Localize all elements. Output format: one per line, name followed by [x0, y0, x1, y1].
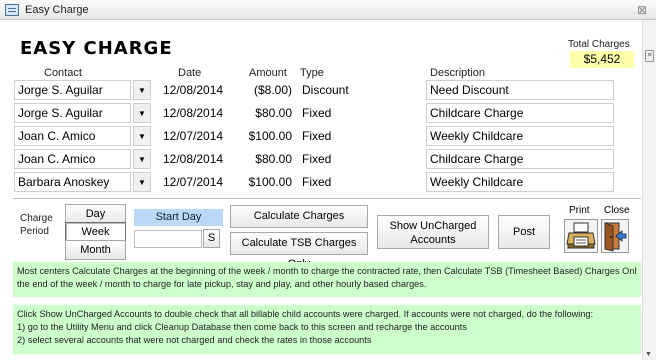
type-field[interactable]: Fixed	[299, 149, 419, 169]
period-week-button[interactable]: Week	[65, 222, 126, 242]
type-field[interactable]: Discount	[299, 80, 419, 100]
printer-icon	[566, 222, 596, 249]
date-field[interactable]: 12/07/2014	[156, 172, 238, 192]
uncharged-info-note: Click Show UnCharged Accounts to double …	[13, 305, 641, 354]
column-header-type: Type	[300, 67, 324, 79]
section-divider	[13, 198, 641, 199]
charge-period-label-line1: Charge	[20, 213, 53, 224]
chevron-down-icon[interactable]: ▼	[133, 126, 151, 146]
note-line: Most centers Calculate Charges at the be…	[17, 266, 637, 276]
table-row: Joan C. Amico ▼ 12/07/2014 $100.00 Fixed…	[14, 126, 640, 147]
amount-field[interactable]: $100.00	[238, 126, 295, 146]
title-bar: Easy Charge ⊠	[0, 0, 656, 20]
note-line: 1) go to the Utility Menu and click Clea…	[17, 322, 467, 332]
amount-field[interactable]: $100.00	[238, 172, 295, 192]
page-title: EASY CHARGE	[20, 38, 173, 59]
table-row: Jorge S. Aguilar ▼ 12/08/2014 $80.00 Fix…	[14, 103, 640, 124]
charge-period-label: Charge Period	[20, 212, 53, 238]
type-field[interactable]: Fixed	[299, 103, 419, 123]
start-day-s-button[interactable]: S	[203, 229, 220, 248]
note-line: the end of the week / month to charge fo…	[17, 279, 427, 289]
amount-field[interactable]: ($8.00)	[238, 80, 295, 100]
calculate-tsb-button[interactable]: Calculate TSB Charges Only	[230, 232, 368, 270]
table-row: Joan C. Amico ▼ 12/08/2014 $80.00 Fixed …	[14, 149, 640, 170]
table-row: Jorge S. Aguilar ▼ 12/08/2014 ($8.00) Di…	[14, 80, 640, 101]
vertical-scrollbar[interactable]: ≡ ▼	[642, 20, 656, 360]
type-field[interactable]: Fixed	[299, 126, 419, 146]
charge-period-label-line2: Period	[20, 226, 49, 237]
description-field[interactable]: Weekly Childcare	[426, 126, 614, 146]
note-line: 2) select several accounts that were not…	[17, 335, 372, 345]
contact-field[interactable]: Barbara Anoskey	[14, 172, 131, 192]
amount-field[interactable]: $80.00	[238, 103, 295, 123]
scroll-down-arrow[interactable]: ▼	[645, 351, 652, 358]
calculate-info-note: Most centers Calculate Charges at the be…	[13, 262, 641, 298]
scroll-thumb[interactable]: ≡	[645, 50, 654, 62]
contact-field[interactable]: Jorge S. Aguilar	[14, 80, 131, 100]
start-day-label: Start Day	[134, 209, 223, 226]
calculate-charges-button[interactable]: Calculate Charges	[230, 205, 368, 228]
note-line: Click Show UnCharged Accounts to double …	[17, 309, 594, 319]
print-label: Print	[569, 205, 590, 216]
column-header-contact: Contact	[44, 67, 82, 79]
description-field[interactable]: Need Discount	[426, 80, 614, 100]
close-form-button[interactable]	[601, 219, 629, 253]
exit-door-icon	[604, 222, 627, 252]
contact-field[interactable]: Joan C. Amico	[14, 126, 131, 146]
description-field[interactable]: Childcare Charge	[426, 103, 614, 123]
post-button[interactable]: Post	[498, 215, 550, 249]
chevron-down-icon[interactable]: ▼	[133, 172, 151, 192]
close-label: Close	[604, 205, 630, 216]
contact-field[interactable]: Jorge S. Aguilar	[14, 103, 131, 123]
calculate-charges-label: Calculate Charges	[253, 210, 345, 222]
table-row: Barbara Anoskey ▼ 12/07/2014 $100.00 Fix…	[14, 172, 640, 193]
description-field[interactable]: Childcare Charge	[426, 149, 614, 169]
description-field[interactable]: Weekly Childcare	[426, 172, 614, 192]
period-month-button[interactable]: Month	[65, 240, 126, 260]
window-icon	[5, 4, 19, 16]
window-title: Easy Charge	[25, 4, 89, 16]
chevron-down-icon[interactable]: ▼	[133, 149, 151, 169]
close-window-button[interactable]: ⊠	[634, 3, 650, 17]
print-button[interactable]	[564, 219, 598, 253]
type-field[interactable]: Fixed	[299, 172, 419, 192]
column-header-amount: Amount	[249, 67, 287, 79]
total-charges-value: $5,452	[570, 51, 634, 68]
date-field[interactable]: 12/08/2014	[156, 103, 238, 123]
column-header-description: Description	[430, 67, 486, 79]
date-field[interactable]: 12/08/2014	[156, 80, 238, 100]
start-day-input[interactable]	[134, 230, 202, 248]
chevron-down-icon[interactable]: ▼	[133, 103, 151, 123]
total-charges-label: Total Charges	[568, 39, 630, 50]
column-header-date: Date	[178, 67, 202, 79]
chevron-down-icon[interactable]: ▼	[133, 80, 151, 100]
period-day-button[interactable]: Day	[65, 204, 126, 224]
date-field[interactable]: 12/08/2014	[156, 149, 238, 169]
show-uncharged-button[interactable]: Show UnCharged Accounts	[377, 215, 489, 249]
contact-field[interactable]: Joan C. Amico	[14, 149, 131, 169]
date-field[interactable]: 12/07/2014	[156, 126, 238, 146]
amount-field[interactable]: $80.00	[238, 149, 295, 169]
